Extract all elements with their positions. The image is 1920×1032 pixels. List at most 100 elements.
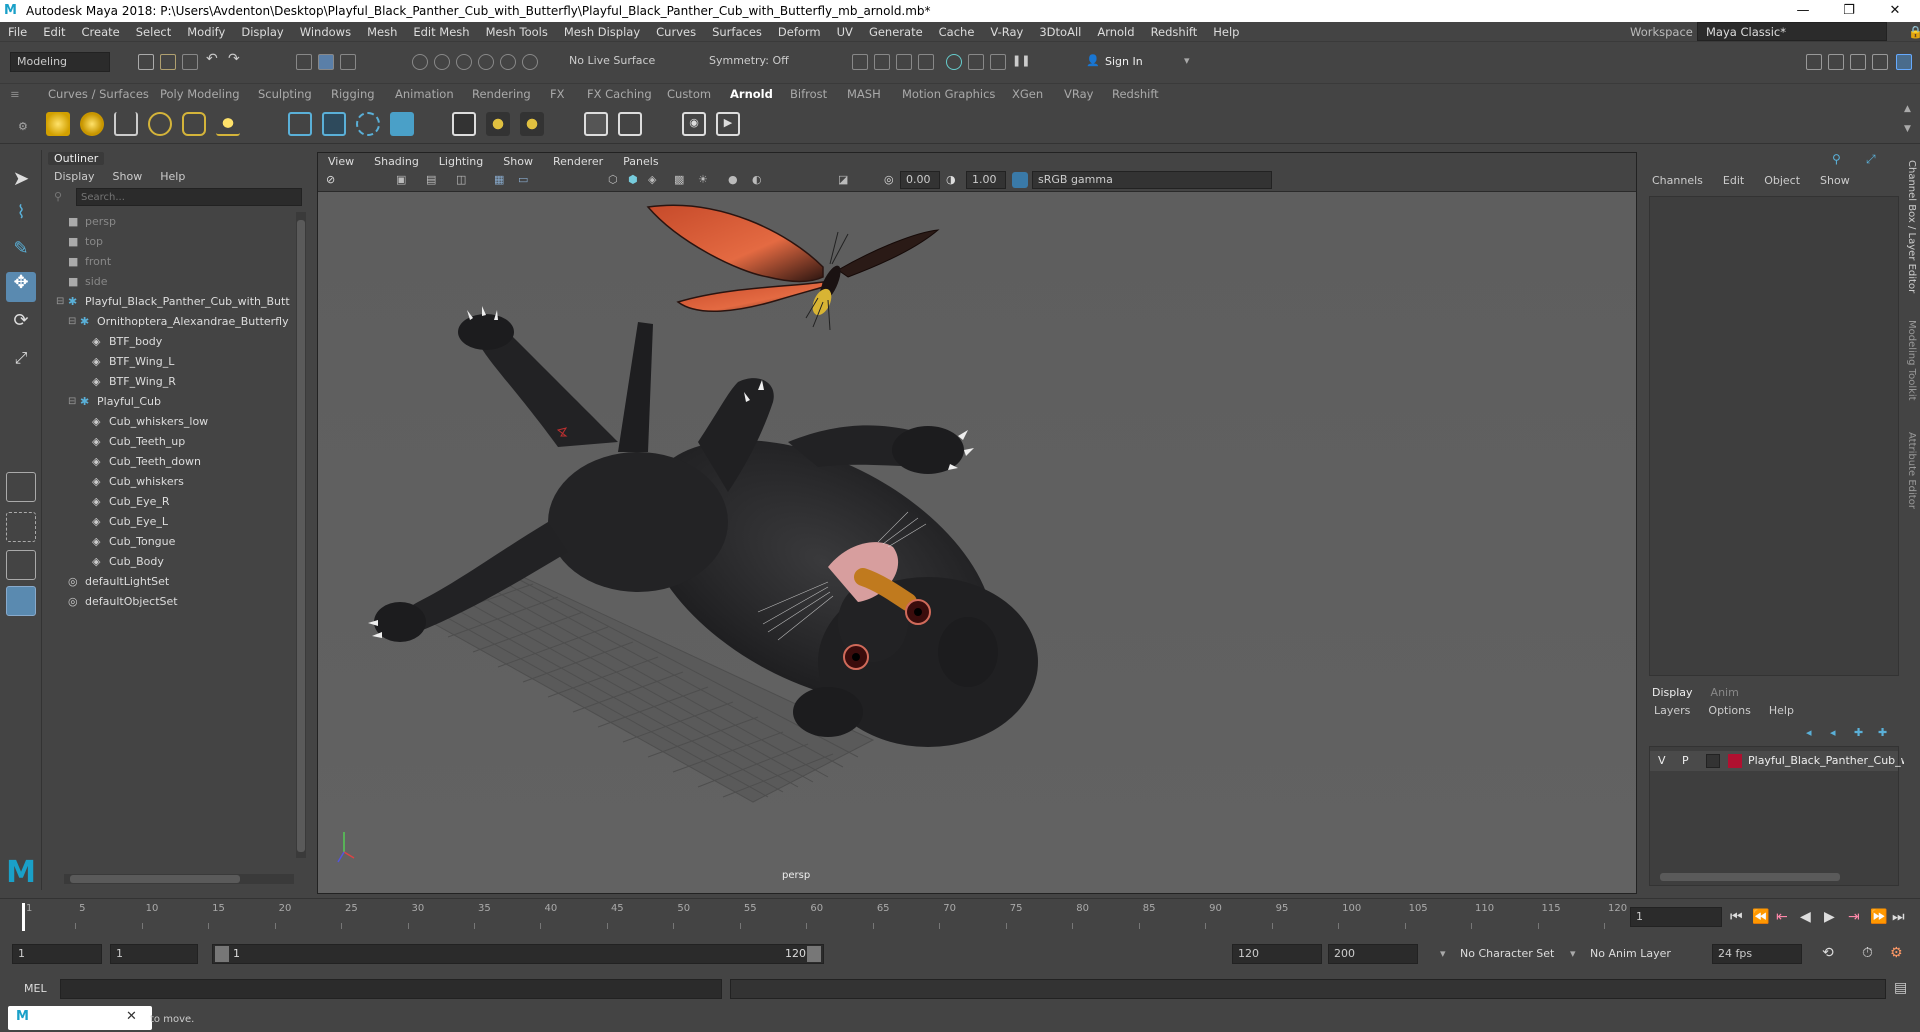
outliner-item[interactable]: ◈ Cub_whiskers xyxy=(44,472,294,492)
current-frame-field[interactable]: 1 xyxy=(1630,907,1722,927)
outliner-item[interactable]: ◈ BTF_body xyxy=(44,332,294,352)
undo-icon[interactable]: ↶ xyxy=(206,51,222,67)
outliner-item[interactable]: ◈ BTF_Wing_R xyxy=(44,372,294,392)
outliner-item[interactable]: ◈ Cub_Eye_L xyxy=(44,512,294,532)
menu-display[interactable]: Display xyxy=(233,25,291,39)
move-layer-up-icon[interactable]: ◂ xyxy=(1806,726,1812,739)
outliner-item[interactable]: ◈ Cub_Tongue xyxy=(44,532,294,552)
shadows-icon[interactable]: ● xyxy=(728,173,738,186)
outliner-scroll-thumb[interactable] xyxy=(297,220,305,852)
fps-select[interactable]: 24 fps xyxy=(1712,944,1802,964)
arnold-render-view-icon[interactable]: ▶ xyxy=(716,112,740,136)
viewport-menu-show[interactable]: Show xyxy=(493,153,543,170)
outliner-item[interactable]: ◎ defaultObjectSet xyxy=(44,592,294,612)
expand-toggle-icon[interactable]: ⊟ xyxy=(68,392,76,412)
tab-channel-box-layer-editor[interactable]: Channel Box / Layer Editor xyxy=(1906,160,1917,293)
menu-file[interactable]: File xyxy=(0,25,35,39)
menu-modify[interactable]: Modify xyxy=(179,25,233,39)
layer-name[interactable]: Playful_Black_Panther_Cub_wi xyxy=(1748,754,1913,767)
loop-icon[interactable]: ⟲ xyxy=(1822,945,1834,961)
persp-outliner-layout-icon[interactable] xyxy=(6,550,36,580)
volume-icon[interactable] xyxy=(390,112,414,136)
menu-3dtoall[interactable]: 3DtoAll xyxy=(1031,25,1089,39)
mode-select[interactable]: Modeling xyxy=(10,52,110,72)
menu-mesh-tools[interactable]: Mesh Tools xyxy=(478,25,556,39)
select-camera-icon[interactable]: ⊘ xyxy=(326,173,335,186)
shelf-tab-fx-caching[interactable]: FX Caching xyxy=(587,87,652,101)
expand-toggle-icon[interactable]: ⊟ xyxy=(56,292,64,312)
menu-select[interactable]: Select xyxy=(128,25,179,39)
outliner-item[interactable]: ◈ Cub_Teeth_up xyxy=(44,432,294,452)
tab-attribute-editor[interactable]: Attribute Editor xyxy=(1906,432,1917,509)
playback-start-field[interactable]: 1 xyxy=(110,944,198,964)
wireframe-on-shaded-icon[interactable]: ◈ xyxy=(648,173,656,186)
hypershade-icon[interactable] xyxy=(946,54,962,70)
step-back-frame-icon[interactable]: ⇤ xyxy=(1776,909,1788,925)
color-management-icon[interactable] xyxy=(1012,172,1028,188)
outliner-hscrollbar[interactable] xyxy=(64,874,294,884)
tx-manager-icon[interactable] xyxy=(584,112,608,136)
go-to-end-icon[interactable]: ⏭ xyxy=(1892,909,1905,925)
outliner-item[interactable]: ◈ Cub_Eye_R xyxy=(44,492,294,512)
render-settings-icon[interactable] xyxy=(918,54,934,70)
viewport-menu-shading[interactable]: Shading xyxy=(364,153,429,170)
shelf-tab-curves-surfaces[interactable]: Curves / Surfaces xyxy=(48,87,149,101)
wireframe-icon[interactable]: ⬡ xyxy=(608,173,618,186)
outliner-filter-icon[interactable]: ⚲ xyxy=(54,190,62,203)
skydome-light-icon[interactable] xyxy=(148,112,172,136)
shelf-settings-icon[interactable]: ⚙ xyxy=(18,120,28,133)
shelf-tab-rigging[interactable]: Rigging xyxy=(331,87,375,101)
isolate-select-icon[interactable]: ◪ xyxy=(838,173,848,186)
range-start-handle[interactable] xyxy=(215,946,229,962)
anim-layer-select[interactable]: No Anim Layer xyxy=(1590,947,1671,960)
minimize-button[interactable]: — xyxy=(1780,0,1826,22)
shelf-tab-motion-graphics[interactable]: Motion Graphics xyxy=(902,87,995,101)
move-tool-icon[interactable]: ✥ xyxy=(6,272,36,302)
textured-icon[interactable]: ▩ xyxy=(674,173,684,186)
menu-create[interactable]: Create xyxy=(74,25,128,39)
redo-icon[interactable]: ↷ xyxy=(228,51,244,67)
snap-curve-icon[interactable] xyxy=(434,54,450,70)
play-forwards-icon[interactable]: ▶ xyxy=(1824,909,1835,925)
physical-sky-icon[interactable] xyxy=(216,112,240,136)
shelf-tab-fx[interactable]: FX xyxy=(550,87,565,101)
taskbar-thumbnail[interactable]: M ✕ xyxy=(8,1006,152,1030)
shelf-scroll-down-icon[interactable]: ▼ xyxy=(1904,124,1911,134)
layer-hscroll-thumb[interactable] xyxy=(1660,873,1840,881)
menu-surfaces[interactable]: Surfaces xyxy=(704,25,770,39)
mesh-light-icon[interactable] xyxy=(80,112,104,136)
channelbox-menu-channels[interactable]: Channels xyxy=(1652,174,1703,187)
render-sequence-icon[interactable] xyxy=(874,54,890,70)
film-gate-icon[interactable]: ▭ xyxy=(518,173,528,186)
menu-windows[interactable]: Windows xyxy=(292,25,359,39)
light-portal-icon[interactable] xyxy=(182,112,206,136)
move-layer-down-icon[interactable]: ◂ xyxy=(1830,726,1836,739)
anim-layer-dropdown-icon[interactable]: ▾ xyxy=(1570,947,1576,960)
area-light-icon[interactable] xyxy=(46,112,70,136)
command-language-label[interactable]: MEL xyxy=(24,982,47,995)
shelf-tab-poly-modeling[interactable]: Poly Modeling xyxy=(160,87,240,101)
color-space-select[interactable]: sRGB gamma xyxy=(1032,171,1272,189)
animation-start-field[interactable]: 1 xyxy=(12,944,102,964)
shelf-menu-icon[interactable]: ≡ xyxy=(10,87,20,101)
new-scene-icon[interactable] xyxy=(138,54,154,70)
step-back-key-icon[interactable]: ⏪ xyxy=(1752,909,1769,925)
use-all-lights-icon[interactable]: ☀ xyxy=(698,173,708,186)
select-component-icon[interactable] xyxy=(340,54,356,70)
menu-uv[interactable]: UV xyxy=(829,25,861,39)
live-surface-field[interactable]: No Live Surface xyxy=(563,52,663,72)
animation-preferences-icon[interactable]: ⚙ xyxy=(1890,945,1903,961)
close-button[interactable]: ✕ xyxy=(1872,0,1918,22)
range-bar[interactable]: 1 120 xyxy=(212,944,824,964)
shelf-tab-mash[interactable]: MASH xyxy=(847,87,881,101)
gamma-field[interactable]: 1.00 xyxy=(966,171,1006,189)
shelf-scroll-up-icon[interactable]: ▲ xyxy=(1904,104,1911,114)
channelbox-menu-object[interactable]: Object xyxy=(1764,174,1800,187)
four-view-layout-icon[interactable] xyxy=(6,512,36,542)
channel-box-icon[interactable] xyxy=(1896,54,1912,70)
playback-end-field[interactable]: 120 xyxy=(1232,944,1322,964)
scale-tool-icon[interactable]: ⤢ xyxy=(6,348,36,378)
viewport-scene[interactable]: persp xyxy=(318,192,1636,893)
shelf-tab-redshift[interactable]: Redshift xyxy=(1112,87,1159,101)
auto-key-icon[interactable]: ⏱ xyxy=(1862,945,1873,961)
